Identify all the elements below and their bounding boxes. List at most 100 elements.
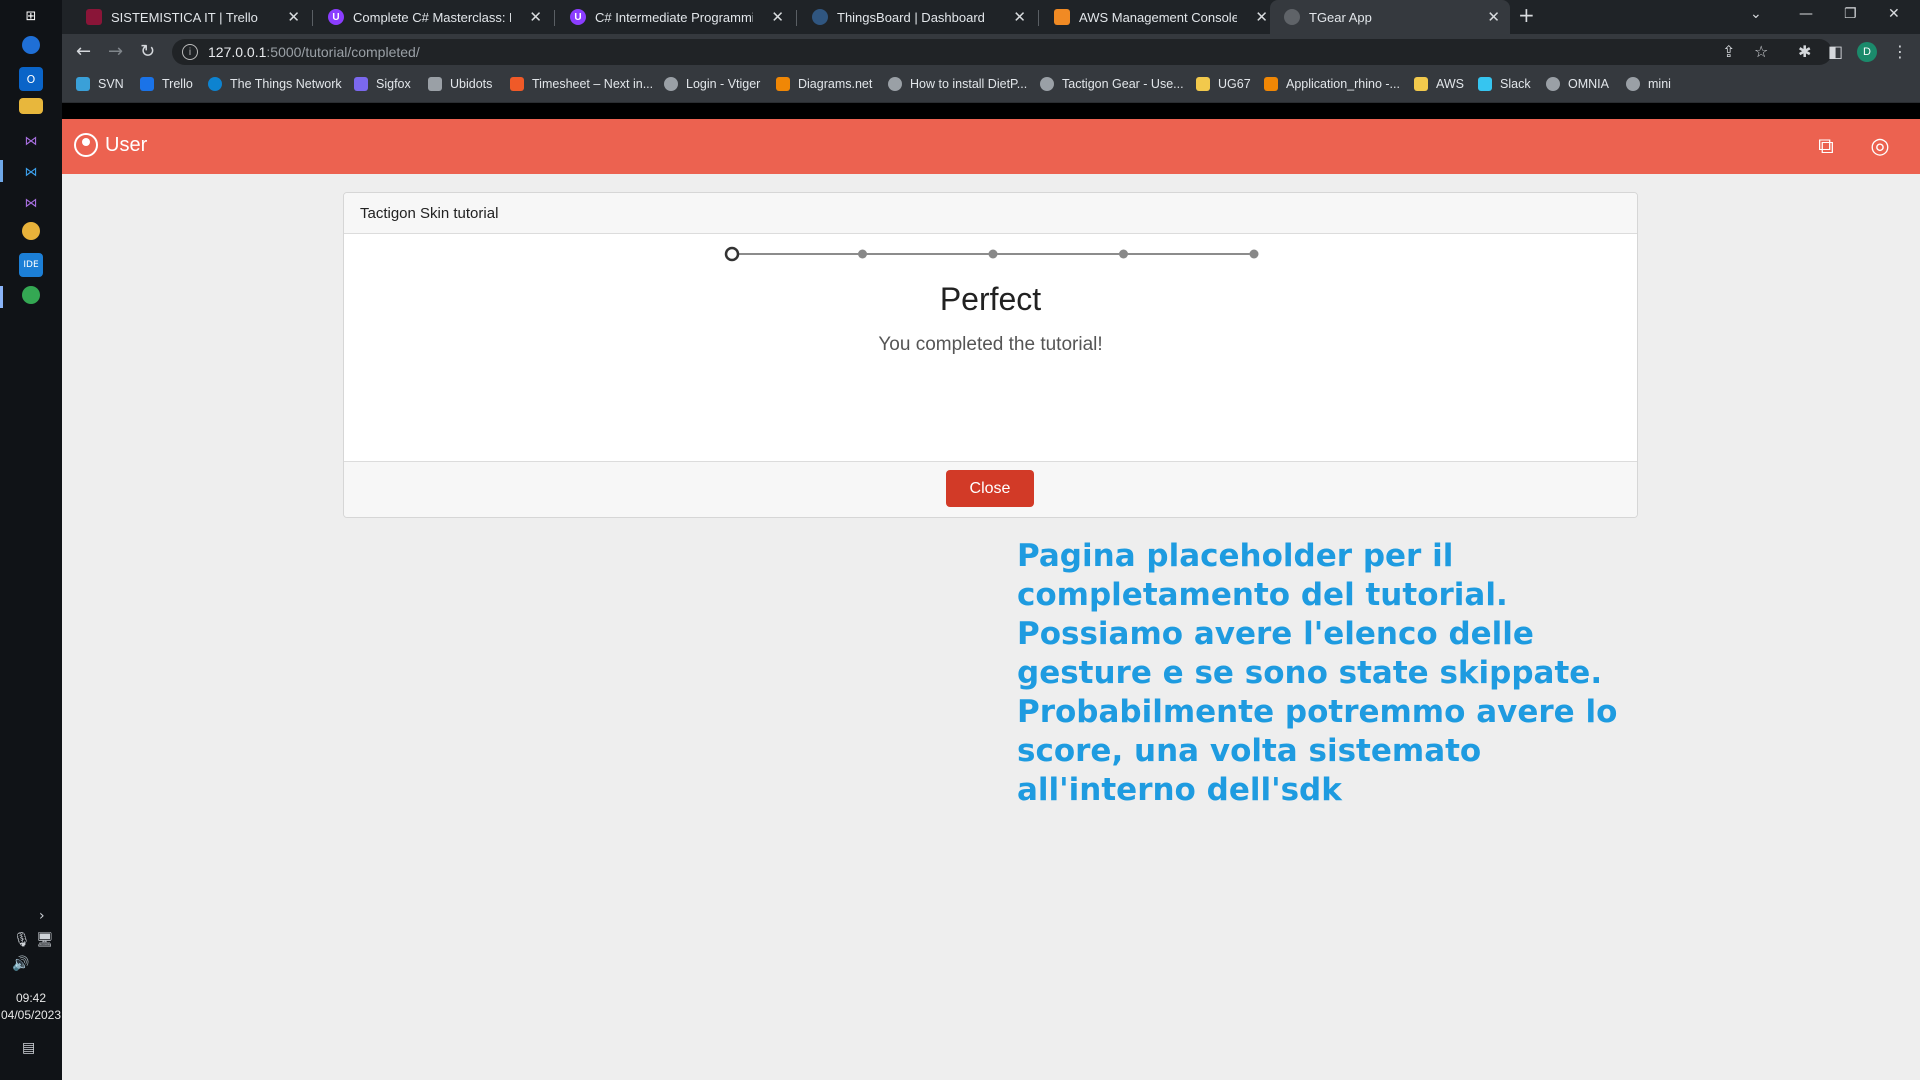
bookmark-omnia[interactable]: OMNIA bbox=[1546, 77, 1609, 91]
close-tab-icon[interactable]: ✕ bbox=[1013, 8, 1026, 26]
browser-tab-strip: SISTEMISTICA IT | Trello ✕ U Complete C#… bbox=[62, 0, 1920, 34]
bookmark-label: mini bbox=[1648, 77, 1671, 91]
volume-icon[interactable]: 🔊 bbox=[12, 956, 29, 972]
bookmarks-bar: SVN Trello The Things Network Sigfox Ubi… bbox=[62, 70, 1920, 103]
bookmark-label: Diagrams.net bbox=[798, 77, 873, 91]
tab-thingsboard[interactable]: ThingsBoard | Dashboard ✕ bbox=[798, 0, 1036, 34]
menu-icon[interactable]: ⋮ bbox=[1892, 42, 1908, 61]
bookmark-svn[interactable]: SVN bbox=[76, 77, 124, 91]
sigfox-icon bbox=[354, 77, 368, 91]
close-window-icon[interactable]: ✕ bbox=[1888, 6, 1900, 22]
chrome-icon[interactable] bbox=[22, 222, 40, 240]
visual-studio-icon[interactable]: ⋈ bbox=[19, 129, 43, 153]
close-button[interactable]: Close bbox=[946, 470, 1034, 507]
site-info-icon[interactable]: i bbox=[182, 44, 198, 60]
close-tab-icon[interactable]: ✕ bbox=[1255, 8, 1268, 26]
bookmark-diagrams[interactable]: Diagrams.net bbox=[776, 77, 872, 91]
tab-aws[interactable]: AWS Management Console ✕ bbox=[1040, 0, 1278, 34]
bookmark-label: Application_rhino -... bbox=[1286, 77, 1400, 91]
globe-icon bbox=[1546, 77, 1560, 91]
taskbar-clock[interactable]: 09:42 04/05/2023 bbox=[0, 990, 62, 1024]
udemy-icon: U bbox=[328, 9, 344, 25]
thingsboard-icon bbox=[812, 9, 828, 25]
ide-icon[interactable]: IDE bbox=[19, 253, 43, 277]
vscode-icon[interactable]: ⋈ bbox=[19, 160, 43, 184]
card-header: Tactigon Skin tutorial bbox=[344, 193, 1637, 234]
minimize-icon[interactable]: — bbox=[1799, 6, 1813, 22]
bookmark-label: Timesheet – Next in... bbox=[532, 77, 654, 91]
app-header: User ⧉ ◎ bbox=[62, 119, 1920, 174]
profile-avatar[interactable]: D bbox=[1857, 42, 1877, 62]
bookmark-ubidots[interactable]: Ubidots bbox=[428, 77, 492, 91]
share-icon[interactable]: ⇪ bbox=[1722, 42, 1735, 61]
globe-icon bbox=[888, 77, 902, 91]
stepper-dot bbox=[724, 246, 740, 262]
bookmark-mini[interactable]: mini bbox=[1626, 77, 1671, 91]
bookmark-slack[interactable]: Slack bbox=[1478, 77, 1531, 91]
card-title: Tactigon Skin tutorial bbox=[360, 204, 499, 222]
microphone-icon[interactable]: 🎙 bbox=[13, 932, 31, 948]
notifications-icon[interactable]: ▤ bbox=[22, 1040, 35, 1056]
tab-search-icon[interactable]: ⌄ bbox=[1750, 6, 1762, 22]
main-content: Tactigon Skin tutorial Perfect You compl… bbox=[62, 174, 1920, 1080]
tab-title: ThingsBoard | Dashboard bbox=[837, 9, 985, 25]
trello-icon bbox=[86, 9, 102, 25]
annotation-note: Pagina placeholder per il completamento … bbox=[1017, 538, 1618, 808]
visual-studio-icon[interactable]: ⋈ bbox=[19, 191, 43, 215]
clock-time: 09:42 bbox=[15, 991, 47, 1005]
close-tab-icon[interactable]: ✕ bbox=[771, 8, 784, 26]
new-tab-icon[interactable]: + bbox=[1518, 3, 1535, 27]
bookmark-label: UG67 bbox=[1218, 77, 1251, 91]
diagrams-icon bbox=[1264, 77, 1278, 91]
tab-trello[interactable]: SISTEMISTICA IT | Trello ✕ bbox=[72, 0, 310, 34]
tab-separator bbox=[554, 10, 555, 26]
close-tab-icon[interactable]: ✕ bbox=[1487, 8, 1500, 26]
bookmark-vtiger[interactable]: Login - Vtiger bbox=[664, 77, 760, 91]
ttn-icon bbox=[208, 77, 222, 91]
close-tab-icon[interactable]: ✕ bbox=[529, 8, 542, 26]
stepper-graphic bbox=[724, 246, 1259, 262]
outlook-icon[interactable]: O bbox=[19, 67, 43, 91]
network-icon[interactable]: 🖥 bbox=[36, 932, 54, 948]
back-icon[interactable]: ← bbox=[76, 41, 91, 62]
folder-icon bbox=[1196, 77, 1210, 91]
user-menu[interactable]: User bbox=[74, 133, 147, 157]
restore-icon[interactable]: ❐ bbox=[1844, 6, 1857, 22]
bookmark-trello[interactable]: Trello bbox=[140, 77, 193, 91]
edge-icon[interactable] bbox=[22, 36, 40, 54]
bookmark-aws[interactable]: AWS bbox=[1414, 77, 1464, 91]
bookmark-tactigon-gear[interactable]: Tactigon Gear - Use... bbox=[1040, 77, 1184, 91]
side-panel-icon[interactable]: ◧ bbox=[1828, 42, 1843, 61]
address-bar[interactable]: i 127.0.0.1:5000/tutorial/completed/ bbox=[172, 39, 1832, 65]
bookmark-timesheet[interactable]: Timesheet – Next in... bbox=[510, 77, 653, 91]
tab-tgear-app[interactable]: TGear App ✕ bbox=[1270, 0, 1510, 34]
reload-icon[interactable]: ↻ bbox=[140, 41, 155, 62]
bookmark-the-things-network[interactable]: The Things Network bbox=[208, 77, 342, 91]
tab-separator bbox=[796, 10, 797, 26]
aws-icon bbox=[1054, 9, 1070, 25]
bookmark-sigfox[interactable]: Sigfox bbox=[354, 77, 411, 91]
active-app-indicator bbox=[0, 160, 3, 182]
tab-csharp-masterclass[interactable]: U Complete C# Masterclass: Learn the ✕ bbox=[314, 0, 552, 34]
windows-start-icon[interactable]: ⊞ bbox=[19, 4, 43, 28]
bookmark-application-rhino[interactable]: Application_rhino -... bbox=[1264, 77, 1400, 91]
tab-title: AWS Management Console bbox=[1079, 9, 1237, 25]
active-app-indicator bbox=[0, 286, 3, 308]
extensions-icon[interactable]: ✱ bbox=[1798, 42, 1811, 61]
tab-csharp-intermediate[interactable]: U C# Intermediate Programming: Classe ✕ bbox=[556, 0, 794, 34]
file-explorer-icon[interactable] bbox=[19, 98, 43, 114]
bookmark-dietpi[interactable]: How to install DietP... bbox=[888, 77, 1027, 91]
url-host: 127.0.0.1 bbox=[208, 44, 267, 60]
tab-separator bbox=[1038, 10, 1039, 26]
bookmark-label: Trello bbox=[162, 77, 193, 91]
video-icon[interactable]: ⧉ bbox=[1812, 132, 1840, 160]
compass-icon[interactable]: ◎ bbox=[1866, 132, 1894, 160]
bookmark-label: How to install DietP... bbox=[910, 77, 1028, 91]
forward-icon[interactable]: → bbox=[108, 41, 123, 62]
bookmark-ug67[interactable]: UG67 bbox=[1196, 77, 1251, 91]
globe-icon bbox=[1284, 9, 1300, 25]
close-tab-icon[interactable]: ✕ bbox=[287, 8, 300, 26]
bookmark-star-icon[interactable]: ☆ bbox=[1754, 42, 1768, 61]
chrome-icon[interactable] bbox=[22, 286, 40, 304]
chevron-right-icon[interactable]: › bbox=[39, 908, 45, 924]
